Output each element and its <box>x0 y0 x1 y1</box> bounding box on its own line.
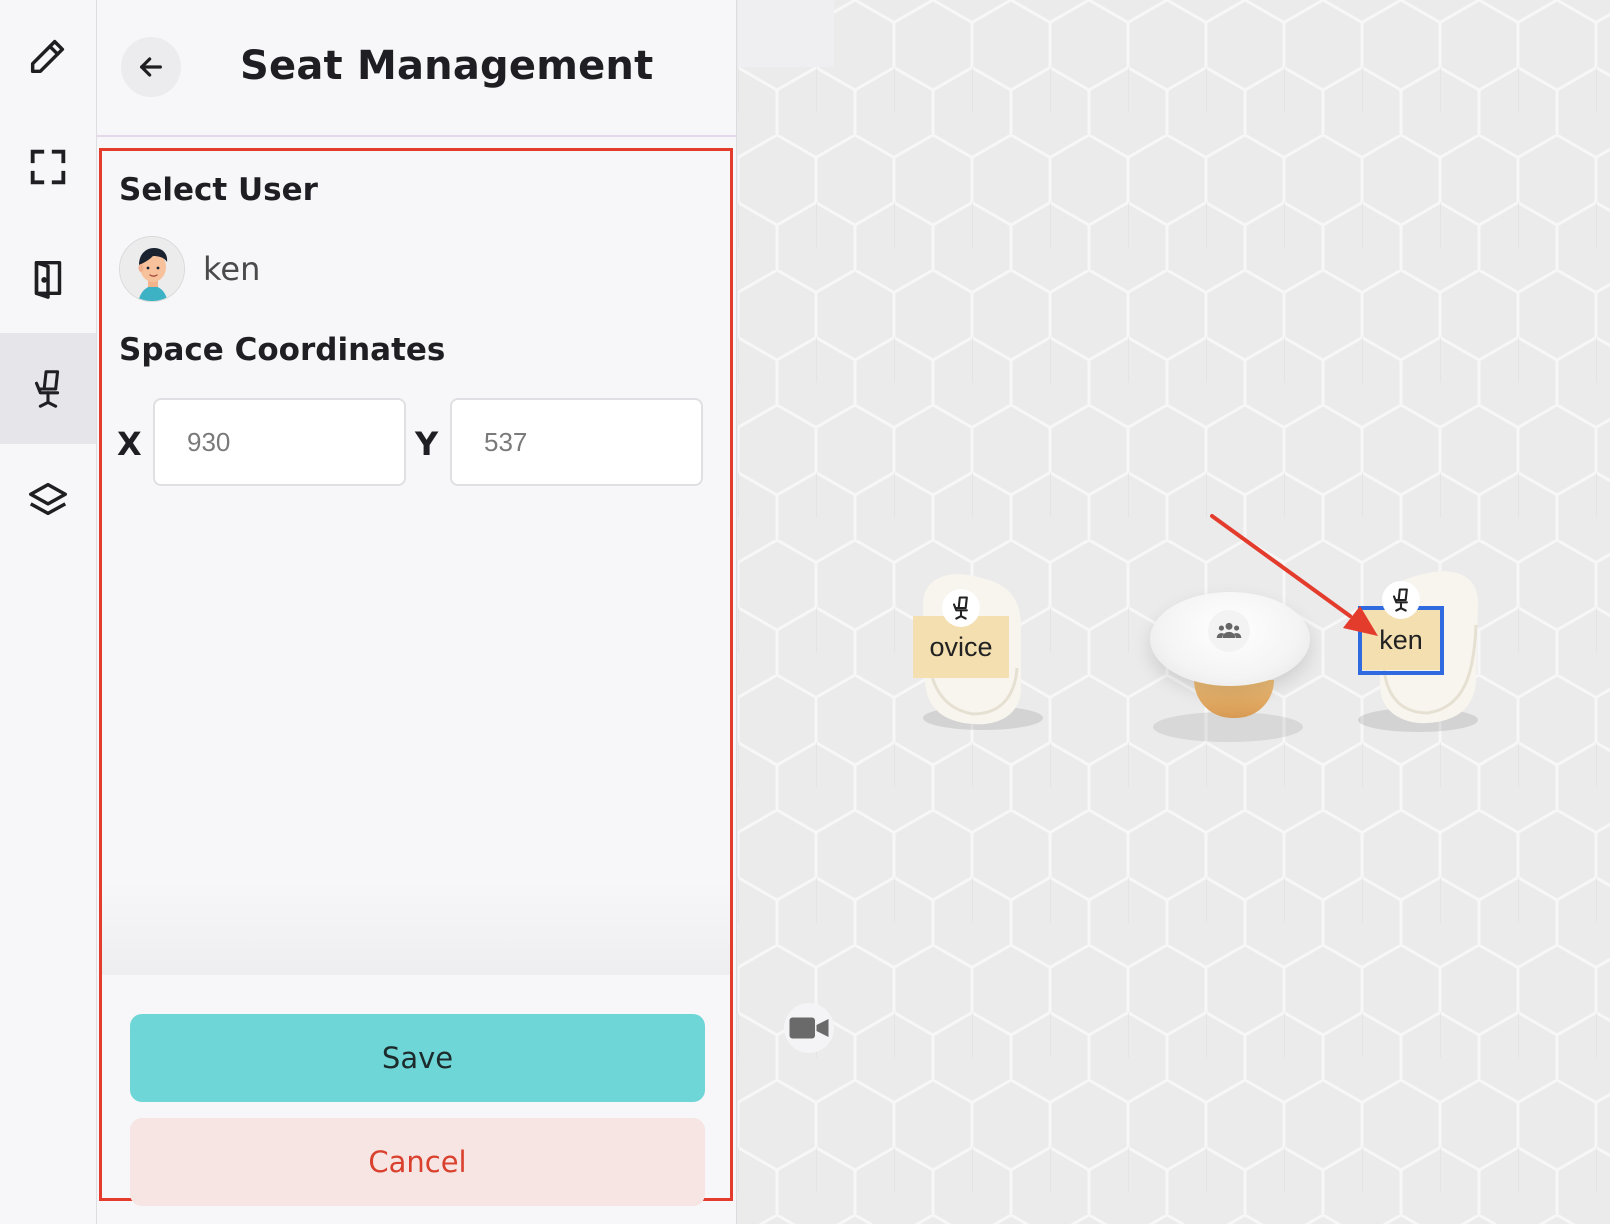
user-avatar-icon <box>119 236 185 302</box>
rail-item-seats[interactable] <box>0 333 96 444</box>
user-name: ken <box>203 250 261 288</box>
rail-item-fullscreen[interactable] <box>0 111 96 222</box>
icon-rail <box>0 0 97 1224</box>
panel-header: Seat Management <box>97 0 737 137</box>
footer-divider <box>102 880 730 975</box>
x-coordinate-input[interactable] <box>153 398 406 486</box>
video-camera-icon <box>789 1017 829 1039</box>
arrow-left-icon <box>140 57 162 77</box>
pencil-icon <box>30 39 65 73</box>
layers-icon <box>29 482 67 515</box>
space-coordinates-label: Space Coordinates <box>119 332 446 368</box>
door-icon <box>34 260 62 299</box>
page-title: Seat Management <box>240 43 654 89</box>
office-chair-icon <box>34 369 60 408</box>
cancel-button[interactable]: Cancel <box>130 1118 705 1206</box>
y-coordinate-input[interactable] <box>450 398 703 486</box>
back-button[interactable] <box>121 37 181 97</box>
annotation-arrow <box>1210 514 1378 636</box>
space-map-canvas[interactable]: ovice ken <box>738 0 1610 1224</box>
rail-item-door[interactable] <box>0 222 96 333</box>
select-user-label: Select User <box>119 172 318 208</box>
rail-item-layers[interactable] <box>0 444 96 555</box>
save-button[interactable]: Save <box>130 1014 705 1102</box>
seat-management-panel: Seat Management Select User ken Space Co… <box>97 0 737 1224</box>
rail-item-edit[interactable] <box>0 0 96 111</box>
expand-corners-icon <box>30 149 66 184</box>
y-coordinate-label: Y <box>415 425 439 463</box>
video-camera-button[interactable] <box>784 1003 834 1053</box>
x-coordinate-label: X <box>117 425 142 463</box>
selected-user[interactable]: ken <box>119 236 260 302</box>
